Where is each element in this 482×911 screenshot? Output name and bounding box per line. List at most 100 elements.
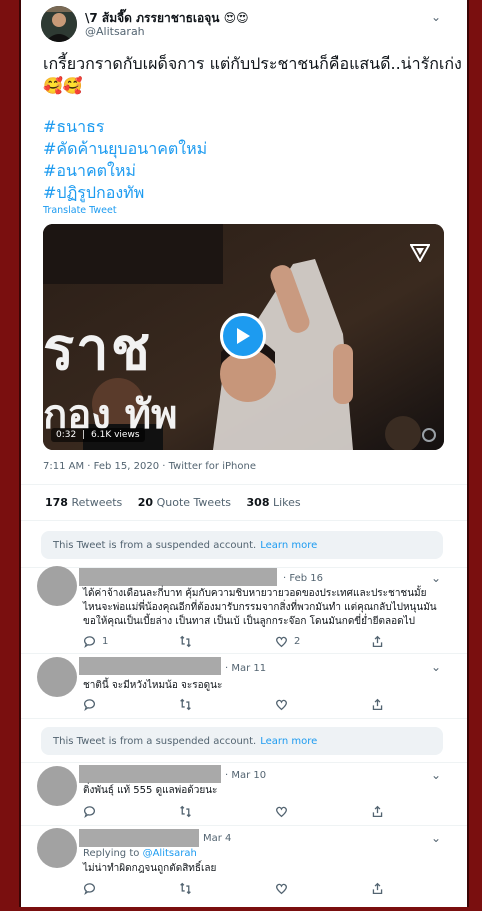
share-icon: [372, 698, 383, 711]
learn-more-link[interactable]: Learn more: [260, 540, 317, 551]
replying-to-handle[interactable]: @Alitsarah: [143, 848, 197, 859]
suspended-notice-text: This Tweet is from a suspended account.: [53, 735, 257, 747]
retweet-button[interactable]: [179, 805, 198, 818]
quote-tweets-count: 20: [137, 496, 154, 509]
hashtag-link[interactable]: #ปฏิรูปกองทัพ: [43, 182, 207, 204]
suspended-account-notice: This Tweet is from a suspended account. …: [41, 531, 443, 559]
reply-text-line: ไม่น่าทำผิดกฎจนถูกตัดสิทธิ์เลย: [83, 863, 217, 874]
hashtag-list: #ธนาธร #คัดค้านยุบอนาคตใหม่ #อนาคตใหม่ #…: [43, 116, 207, 204]
retweets-stat[interactable]: 178 Retweets: [45, 496, 122, 509]
like-button[interactable]: 2: [275, 635, 300, 648]
share-button[interactable]: [371, 805, 384, 818]
chevron-down-icon[interactable]: ⌄: [431, 831, 441, 845]
heart-icon: [276, 883, 287, 895]
retweet-icon: [180, 882, 191, 895]
play-button[interactable]: [220, 313, 266, 359]
tweet-stats: 178 Retweets 20 Quote Tweets 308 Likes: [45, 496, 313, 509]
share-button[interactable]: [371, 882, 384, 895]
logo-icon: [409, 244, 431, 266]
like-button[interactable]: [275, 805, 294, 818]
like-button[interactable]: [275, 882, 294, 895]
tweet-text-emojis: 🥰🥰: [43, 76, 83, 95]
likes-stat[interactable]: 308 Likes: [247, 496, 301, 509]
video-duration: 0:32: [56, 430, 77, 440]
heart-icon: [276, 699, 287, 711]
reply-text-line: ติ่งพันธุ์ แท้ 555 ดูแลพ่อด้วยนะ: [83, 785, 218, 796]
reply-avatar[interactable]: [37, 657, 77, 697]
hashtag-link[interactable]: #อนาคตใหม่: [43, 160, 207, 182]
reply-avatar[interactable]: [37, 566, 77, 606]
video-badge: 0:32 | 6.1K views: [51, 428, 145, 442]
reply-text-line: ได้ค่าจ้างเดือนละกี่บาท คุ้มกับความชิบหา…: [83, 588, 427, 599]
tweet-text: เกรี้ยวกราดกับเผด็จการ แต่กับประชาชนก็คื…: [43, 53, 462, 97]
likes-count: 308: [246, 496, 270, 509]
replying-to: Replying to @Alitsarah: [83, 848, 197, 859]
reply-text: ติ่งพันธุ์ แท้ 555 ดูแลพ่อด้วยนะ: [83, 784, 217, 798]
reply-button[interactable]: [83, 882, 102, 895]
retweet-icon: [180, 698, 191, 711]
retweet-button[interactable]: [179, 698, 198, 711]
reply-icon: [83, 699, 95, 711]
reply-button[interactable]: [83, 805, 102, 818]
divider: [21, 484, 467, 485]
divider: [21, 653, 467, 654]
likes-label: Likes: [272, 496, 301, 509]
retweet-button[interactable]: [179, 635, 198, 648]
tweet-timestamp[interactable]: 7:11 AM · Feb 15, 2020 · Twitter for iPh…: [43, 461, 256, 472]
reply-avatar[interactable]: [37, 766, 77, 806]
play-icon: [237, 328, 250, 344]
reply-text: ชาตินี้ จะมีหวังไหมน้อ จะรอดูนะ: [83, 679, 222, 693]
heart-icon: [276, 806, 287, 818]
reply-avatar[interactable]: [37, 828, 77, 868]
author-handle[interactable]: @Alitsarah: [85, 25, 145, 38]
reply-actions: [83, 882, 423, 896]
like-button[interactable]: [275, 698, 294, 711]
replying-to-label: Replying to: [83, 848, 140, 859]
hashtag-link[interactable]: #ธนาธร: [43, 116, 207, 138]
separator: |: [82, 430, 86, 440]
reply-date[interactable]: · Feb 16: [283, 573, 323, 584]
reply-icon: [83, 806, 95, 818]
share-icon: [372, 635, 383, 648]
reply-text-line: ไหนจะพ่อแม่พี่น้องคุณอีกที่ต้องมารับกรรม…: [83, 602, 437, 613]
like-count: 2: [294, 636, 301, 647]
video-player[interactable]: ราช กอง ทัพ 0:32 | 6.1K views: [43, 224, 444, 450]
video-views: 6.1K views: [91, 430, 140, 440]
reply-icon: [83, 636, 95, 648]
retweet-button[interactable]: [179, 882, 198, 895]
translate-tweet-link[interactable]: Translate Tweet: [43, 205, 117, 216]
quote-tweets-label: Quote Tweets: [156, 496, 232, 509]
redacted-username: [79, 568, 277, 586]
hashtag-link[interactable]: #คัดค้านยุบอนาคตใหม่: [43, 138, 207, 160]
share-button[interactable]: [371, 698, 384, 711]
reply-date[interactable]: · Mar 11: [225, 663, 266, 674]
learn-more-link[interactable]: Learn more: [260, 736, 317, 747]
retweet-icon: [180, 635, 191, 648]
reply-count: 1: [102, 636, 109, 647]
suspended-notice-text: This Tweet is from a suspended account.: [53, 539, 257, 551]
redacted-username: [79, 829, 199, 847]
reply-text: ไม่น่าทำผิดกฎจนถูกตัดสิทธิ์เลย: [83, 862, 216, 876]
reply-text-line: ขอให้คุณเป็นเบี้ยล่าง เป็นทาส เป็นเบ้ เป…: [83, 616, 415, 627]
retweet-icon: [180, 805, 191, 818]
right-frame-border: [467, 0, 482, 911]
chevron-down-icon[interactable]: ⌄: [431, 10, 441, 24]
chevron-down-icon[interactable]: ⌄: [431, 571, 441, 585]
divider: [21, 520, 467, 521]
bottom-frame-border: [0, 907, 482, 911]
tweet-thread: \7 ส้มจี๊ด ภรรยาชาธเอจุน 😍😍 @Alitsarah ⌄…: [21, 0, 467, 907]
chevron-down-icon[interactable]: ⌄: [431, 768, 441, 782]
chevron-down-icon[interactable]: ⌄: [431, 660, 441, 674]
heart-icon: [276, 636, 287, 648]
author-avatar[interactable]: [41, 6, 77, 42]
reply-actions: [83, 698, 423, 712]
share-button[interactable]: [371, 635, 384, 648]
reply-date[interactable]: · Mar 10: [225, 770, 266, 781]
quote-tweets-stat[interactable]: 20 Quote Tweets: [138, 496, 231, 509]
divider: [21, 762, 467, 763]
reply-text: ได้ค่าจ้างเดือนละกี่บาท คุ้มกับความชิบหา…: [83, 587, 437, 629]
reply-button[interactable]: 1: [83, 635, 108, 648]
reply-actions: 1 2: [83, 635, 423, 649]
reply-button[interactable]: [83, 698, 102, 711]
reply-date[interactable]: Mar 4: [203, 833, 231, 844]
